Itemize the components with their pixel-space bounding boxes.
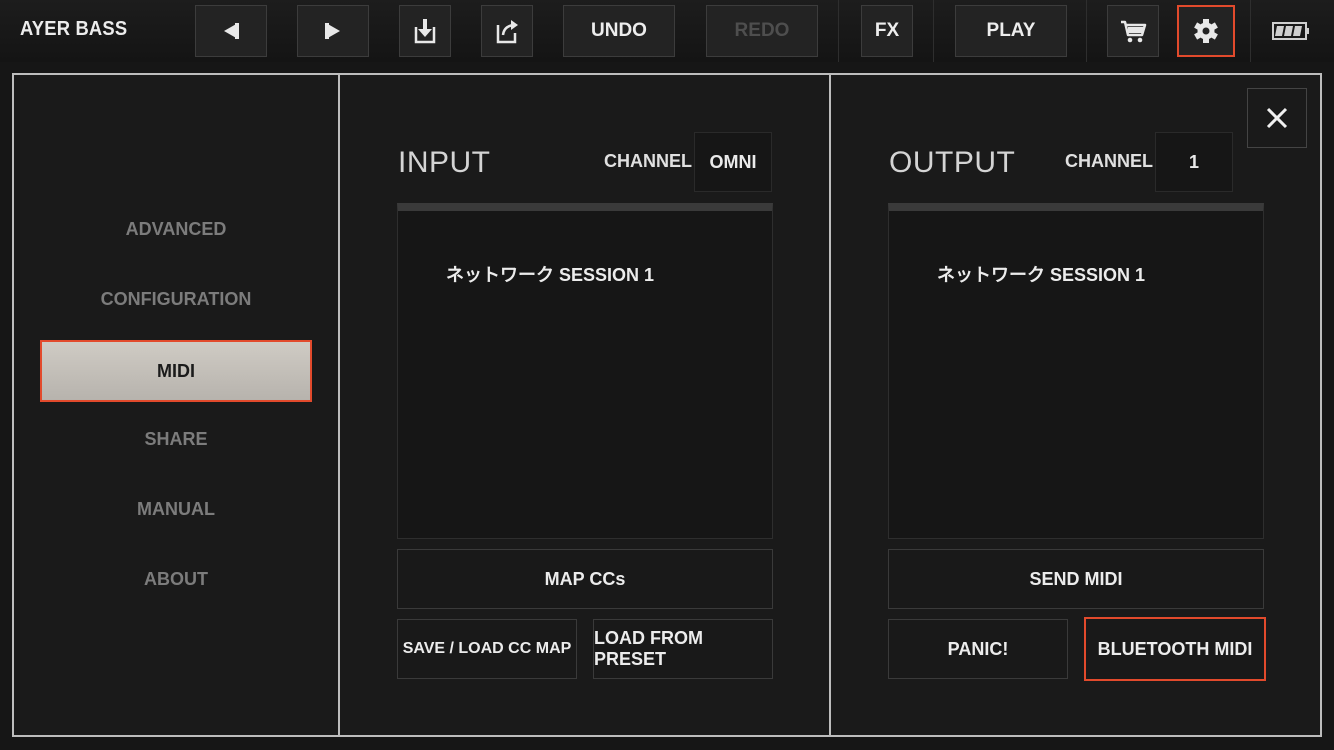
top-toolbar: AYER BASS UNDO REDO FX PLAY [0,0,1334,62]
arrow-left-icon [224,23,239,39]
save-load-cc-map-button[interactable]: SAVE / LOAD CC MAP [397,619,577,679]
gear-icon [1194,19,1218,43]
toolbar-divider [1250,0,1251,62]
play-button[interactable]: PLAY [955,5,1067,57]
sidebar-item-advanced[interactable]: ADVANCED [40,198,312,260]
sidebar-item-share[interactable]: SHARE [40,408,312,470]
input-device-list: ネットワーク SESSION 1 [397,203,773,539]
column-divider [829,73,831,737]
input-channel-select[interactable]: OMNI [694,132,772,192]
input-channel-label: CHANNEL [604,151,692,171]
next-preset-button[interactable] [297,5,369,57]
toolbar-divider [838,0,839,62]
sidebar-item-manual[interactable]: MANUAL [40,478,312,540]
share-export-icon [496,20,518,44]
bluetooth-midi-button[interactable]: BLUETOOTH MIDI [1084,617,1266,681]
panic-button[interactable]: PANIC! [888,619,1068,679]
column-divider [338,73,340,737]
cart-icon [1121,20,1147,43]
settings-button[interactable] [1177,5,1235,57]
output-device-item[interactable]: ネットワーク SESSION 1 [937,261,1145,287]
save-download-icon [414,19,436,44]
input-title: INPUT [398,146,491,179]
output-device-list: ネットワーク SESSION 1 [888,203,1264,539]
send-midi-button[interactable]: SEND MIDI [888,549,1264,609]
toolbar-divider [1086,0,1087,62]
load-from-preset-button[interactable]: LOAD FROM PRESET [593,619,773,679]
save-preset-button[interactable] [399,5,451,57]
sidebar-item-midi[interactable]: MIDI [40,340,312,402]
fx-button[interactable]: FX [861,5,913,57]
input-device-item[interactable]: ネットワーク SESSION 1 [446,261,654,287]
sidebar-item-about[interactable]: ABOUT [40,548,312,610]
close-settings-button[interactable] [1247,88,1307,148]
app-title: AYER BASS [20,18,128,40]
output-channel-label: CHANNEL [1065,151,1153,171]
arrow-right-icon [325,23,340,39]
sidebar-item-configuration[interactable]: CONFIGURATION [40,268,312,330]
previous-preset-button[interactable] [195,5,267,57]
battery-icon [1272,22,1309,40]
output-channel-select[interactable]: 1 [1155,132,1233,192]
share-preset-button[interactable] [481,5,533,57]
output-title: OUTPUT [889,146,1016,179]
redo-button[interactable]: REDO [706,5,818,57]
store-button[interactable] [1107,5,1159,57]
map-ccs-button[interactable]: MAP CCs [397,549,773,609]
close-icon [1266,107,1288,129]
toolbar-divider [933,0,934,62]
undo-button[interactable]: UNDO [563,5,675,57]
